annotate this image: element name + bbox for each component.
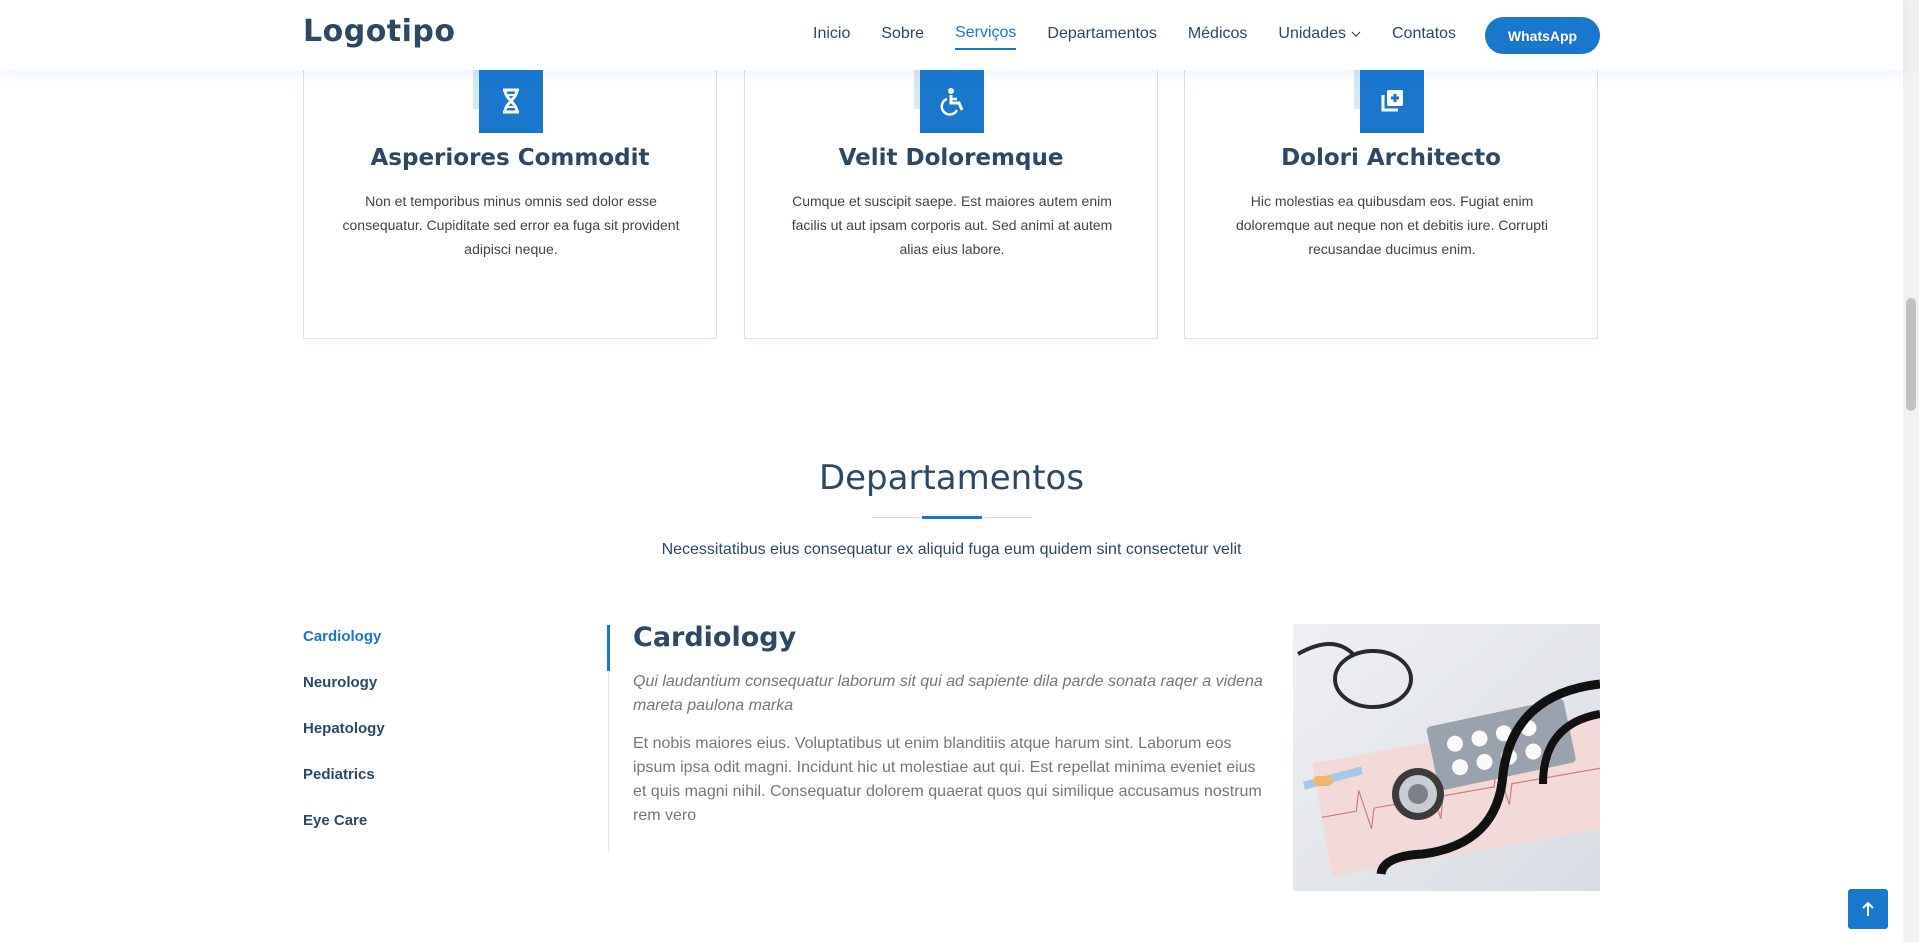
page-scrollbar-track[interactable]: [1903, 0, 1919, 942]
whatsapp-button[interactable]: WhatsApp: [1485, 17, 1600, 54]
nav-link-inicio[interactable]: Inicio: [813, 25, 850, 49]
service-card: Dolori Architecto Hic molestias ea quibu…: [1184, 40, 1598, 339]
site-logo[interactable]: Logotipo: [303, 14, 456, 49]
title-divider-accent: [922, 516, 982, 519]
chevron-down-icon: [1351, 31, 1361, 37]
site-header: Logotipo Inicio Sobre Serviços Departame…: [0, 0, 1903, 70]
tab-neurology[interactable]: Neurology: [303, 674, 609, 720]
service-title[interactable]: Asperiores Commodit: [304, 145, 716, 171]
stethoscope-photo: [1293, 624, 1600, 891]
service-text: Hic molestias ea quibusdam eos. Fugiat e…: [1235, 193, 1549, 257]
service-title[interactable]: Dolori Architecto: [1185, 145, 1597, 171]
service-card: Velit Doloremque Cumque et suscipit saep…: [744, 40, 1158, 339]
main-nav: Inicio Sobre Serviços Departamentos Médi…: [813, 24, 1487, 50]
service-text: Cumque et suscipit saepe. Est maiores au…: [791, 193, 1113, 257]
back-to-top-button[interactable]: [1848, 889, 1888, 929]
department-detail: Cardiology Qui laudantium consequatur la…: [633, 622, 1271, 828]
notes-medical-icon: [1360, 69, 1424, 133]
nav-link-servicos[interactable]: Serviços: [955, 24, 1017, 50]
section-title: Departamentos: [818, 458, 1085, 498]
nav-link-departamentos[interactable]: Departamentos: [1047, 25, 1156, 49]
tab-eye-care[interactable]: Eye Care: [303, 812, 609, 858]
department-body: Et nobis maiores eius. Voluptatibus ut e…: [633, 735, 1262, 824]
nav-link-unidades-label: Unidades: [1278, 25, 1346, 42]
nav-link-medicos[interactable]: Médicos: [1188, 25, 1248, 49]
nav-link-sobre[interactable]: Sobre: [881, 25, 924, 49]
service-card: Asperiores Commodit Non et temporibus mi…: [303, 40, 717, 339]
department-tabs: Cardiology Neurology Hepatology Pediatri…: [303, 628, 609, 858]
service-title[interactable]: Velit Doloremque: [745, 145, 1157, 171]
department-title: Cardiology: [633, 622, 797, 653]
page-scrollbar-thumb[interactable]: [1906, 298, 1916, 411]
wheelchair-icon: [920, 69, 984, 133]
service-text: Non et temporibus minus omnis sed dolor …: [342, 193, 680, 257]
dna-icon: [479, 69, 543, 133]
arrow-up-icon: [1862, 901, 1874, 916]
section-subtitle: Necessitatibus eius consequatur ex aliqu…: [661, 541, 1242, 558]
tab-hepatology[interactable]: Hepatology: [303, 720, 609, 766]
tab-pediatrics[interactable]: Pediatrics: [303, 766, 609, 812]
department-image: [1293, 624, 1600, 891]
nav-link-unidades[interactable]: Unidades: [1278, 25, 1361, 49]
active-tab-indicator: [607, 625, 610, 671]
nav-link-contatos[interactable]: Contatos: [1392, 25, 1456, 49]
tab-cardiology[interactable]: Cardiology: [303, 628, 609, 674]
department-lead: Qui laudantium consequatur laborum sit q…: [633, 673, 1263, 714]
